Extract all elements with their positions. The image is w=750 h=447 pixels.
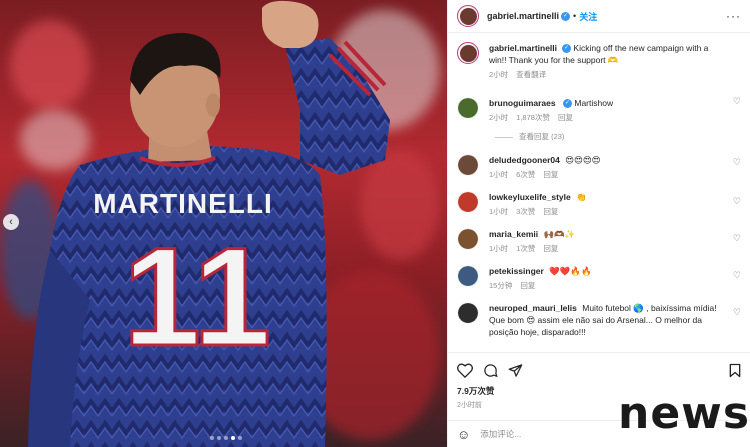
comment-text: ❤️❤️🔥🔥 (549, 266, 592, 276)
carousel-dot (210, 436, 214, 440)
comment-username[interactable]: deludedgooner04 (489, 155, 560, 165)
post-sidebar: gabriel.martinelli ✓ • 关注 ··· gabriel.ma… (447, 0, 750, 447)
follow-button[interactable]: 关注 (579, 10, 597, 23)
comment-time: 15分钟 (489, 281, 513, 290)
commenter-avatar[interactable] (457, 191, 479, 213)
comment-time: 1小时 (489, 207, 509, 216)
verified-icon: ✓ (561, 11, 571, 21)
comment-text: 🙌🏾🫶🏾✨ (543, 229, 576, 239)
reply-button[interactable]: 回复 (520, 281, 535, 290)
author-avatar[interactable] (457, 5, 479, 27)
like-heart-icon[interactable]: ♡ (733, 96, 741, 107)
comment-likes[interactable]: 1,878次赞 (516, 113, 550, 122)
like-heart-icon[interactable]: ♡ (733, 233, 741, 244)
like-heart-icon[interactable]: ♡ (733, 157, 741, 168)
bookmark-icon[interactable] (729, 363, 741, 378)
view-replies-link[interactable]: 查看回复 (23) (495, 131, 741, 142)
like-heart-icon[interactable]: ♡ (733, 270, 741, 281)
caption-time: 2小时 (489, 70, 509, 79)
carousel-dot (224, 436, 228, 440)
caption-username[interactable]: gabriel.martinelli (489, 43, 557, 53)
commenter-avatar[interactable] (457, 154, 479, 176)
comment-time: 2小时 (489, 113, 509, 122)
comment-time: 1小时 (489, 244, 509, 253)
commenter-avatar[interactable] (457, 97, 479, 119)
carousel-dots (210, 436, 242, 440)
translate-link[interactable]: 查看翻译 (516, 70, 546, 79)
comment-likes[interactable]: 3次赞 (516, 207, 535, 216)
comment-username[interactable]: brunoguimaraes (489, 98, 556, 108)
more-options-icon[interactable]: ··· (726, 9, 741, 23)
comment: brunoguimaraes ✓ Martishow 2小时 1,878次赞 回复 … (457, 81, 741, 124)
comment: petekissinger ❤️❤️🔥🔥 15分钟 回复 ♡ (457, 255, 741, 292)
post-photo[interactable]: MARTINELLI 11 ‹ (0, 0, 447, 447)
carousel-dot (217, 436, 221, 440)
carousel-prev-button[interactable]: ‹ (3, 214, 19, 230)
like-icon[interactable] (457, 363, 473, 378)
commenter-avatar[interactable] (457, 302, 479, 324)
reply-button[interactable]: 回复 (543, 244, 558, 253)
share-icon[interactable] (508, 363, 523, 378)
verified-icon: ✓ (562, 99, 572, 109)
author-username[interactable]: gabriel.martinelli (487, 11, 559, 21)
comment-text: 😍😍😍😍 (565, 155, 601, 165)
emoji-icon[interactable]: ☺ (457, 427, 470, 442)
commenter-avatar[interactable] (457, 228, 479, 250)
comment: neuroped_mauri_lelis Muito futebol 🌎 , b… (457, 292, 741, 338)
reply-button[interactable]: 回复 (543, 170, 558, 179)
verified-icon: ✓ (562, 44, 572, 54)
comment-icon[interactable] (483, 363, 498, 378)
comment-username[interactable]: maria_kemii (489, 229, 538, 239)
comment: deludedgooner04 😍😍😍😍 1小时 6次赞 回复 ♡ (457, 142, 741, 181)
reply-button[interactable]: 回复 (543, 207, 558, 216)
comments-feed[interactable]: gabriel.martinelli ✓ Kicking off the new … (448, 34, 750, 352)
reply-button[interactable]: 回复 (558, 113, 573, 122)
comment-text: 👏 (576, 192, 587, 202)
author-avatar[interactable] (457, 42, 479, 64)
separator-dot: • (573, 11, 577, 21)
news-watermark: news (618, 388, 750, 439)
commenter-avatar[interactable] (457, 265, 479, 287)
like-heart-icon[interactable]: ♡ (733, 196, 741, 207)
comment-likes[interactable]: 1次赞 (516, 244, 535, 253)
comment: lowkeyluxelife_style 👏 1小时 3次赞 回复 ♡ (457, 181, 741, 218)
comment-likes[interactable]: 6次赞 (516, 170, 535, 179)
carousel-dot-active (231, 436, 235, 440)
jersey-print: MARTINELLI 11 (93, 188, 273, 377)
comment-text: Martishow (574, 98, 614, 108)
like-heart-icon[interactable]: ♡ (733, 307, 741, 318)
comment-time: 1小时 (489, 170, 509, 179)
post-header: gabriel.martinelli ✓ • 关注 ··· (448, 0, 750, 33)
add-comment-input[interactable]: 添加评论... (480, 428, 521, 440)
carousel-dot (238, 436, 242, 440)
comment: maria_kemii 🙌🏾🫶🏾✨ 1小时 1次赞 回复 ♡ (457, 218, 741, 255)
jersey-number: 11 (123, 218, 271, 375)
comment-username[interactable]: petekissinger (489, 266, 544, 276)
comment-username[interactable]: neuroped_mauri_lelis (489, 303, 577, 313)
caption: gabriel.martinelli ✓ Kicking off the new … (457, 34, 741, 81)
comment-username[interactable]: lowkeyluxelife_style (489, 192, 571, 202)
jersey-name: MARTINELLI (93, 188, 273, 219)
